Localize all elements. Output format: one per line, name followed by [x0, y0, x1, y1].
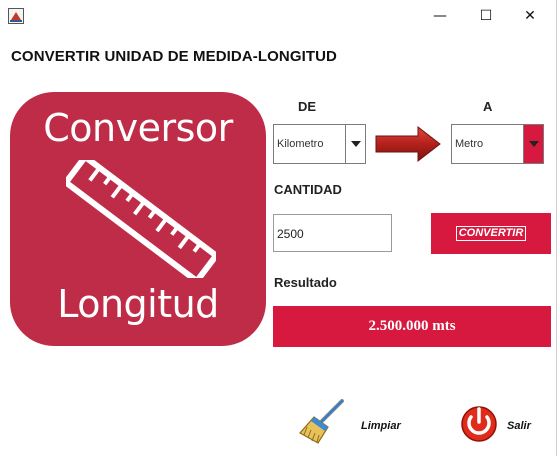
quantity-input[interactable]: 2500: [273, 214, 392, 252]
converter-logo: Conversor Longitud: [10, 92, 266, 346]
convert-button-label: CONVERTIR: [455, 226, 527, 241]
to-unit-value: Metro: [455, 138, 484, 150]
from-dropdown-button[interactable]: [345, 125, 365, 163]
maximize-button[interactable]: ☐: [463, 0, 509, 32]
ruler-icon: [66, 160, 216, 278]
logo-text-top: Conversor: [43, 106, 233, 150]
converter-window: — ☐ ✕ CONVERTIR UNIDAD DE MEDIDA-LONGITU…: [0, 0, 557, 456]
result-value: 2.500.000 mts: [368, 318, 456, 334]
close-icon: ✕: [524, 8, 536, 24]
chevron-down-icon: [350, 141, 361, 147]
from-unit-select[interactable]: Kilometro: [273, 124, 366, 164]
to-dropdown-button[interactable]: [523, 125, 543, 163]
page-title: CONVERTIR UNIDAD DE MEDIDA-LONGITUD: [11, 48, 337, 65]
convert-button[interactable]: CONVERTIR: [431, 213, 551, 254]
quantity-value: 2500: [277, 227, 304, 241]
arrow-right-icon: [375, 125, 441, 163]
from-label: DE: [298, 99, 317, 114]
minimize-button[interactable]: —: [417, 0, 463, 32]
to-unit-select[interactable]: Metro: [451, 124, 544, 164]
clear-button[interactable]: Limpiar: [298, 397, 406, 449]
broom-icon: [299, 399, 344, 444]
to-label: A: [483, 99, 493, 114]
clear-label: Limpiar: [361, 420, 401, 432]
logo-text-bottom: Longitud: [57, 282, 219, 326]
from-unit-value: Kilometro: [277, 138, 324, 150]
exit-label: Salir: [507, 420, 531, 432]
exit-button[interactable]: Salir: [459, 400, 539, 446]
power-icon: [461, 406, 497, 442]
result-label: Resultado: [274, 275, 337, 290]
minimize-icon: —: [433, 8, 447, 24]
result-display: 2.500.000 mts: [273, 306, 551, 347]
maximize-icon: ☐: [479, 8, 493, 24]
chevron-down-icon: [528, 141, 539, 147]
app-icon: [8, 8, 24, 24]
close-button[interactable]: ✕: [507, 0, 553, 32]
title-bar: — ☐ ✕: [0, 0, 556, 32]
quantity-label: CANTIDAD: [274, 182, 342, 197]
